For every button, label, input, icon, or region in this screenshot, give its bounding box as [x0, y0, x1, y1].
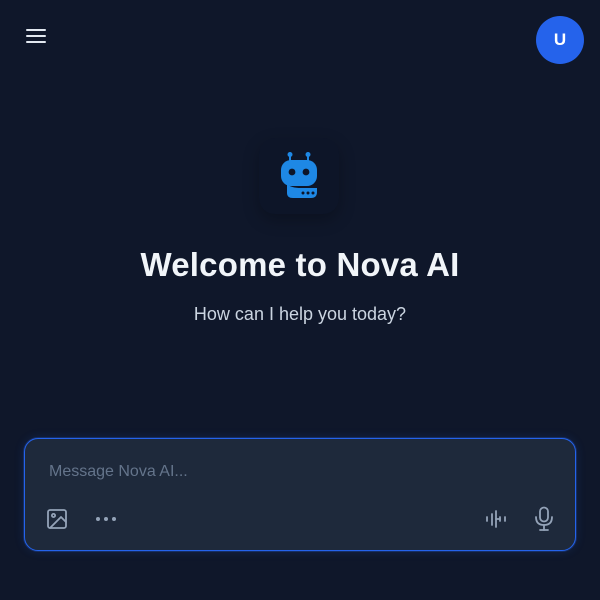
- more-horizontal-icon: [96, 517, 116, 521]
- voice-mode-button[interactable]: [483, 506, 509, 532]
- image-icon: [47, 509, 67, 529]
- assistant-logo: [259, 138, 339, 214]
- user-avatar[interactable]: U: [536, 16, 584, 64]
- more-options-button[interactable]: [93, 506, 119, 532]
- welcome-subtitle: How can I help you today?: [193, 304, 407, 324]
- microphone-icon: [535, 506, 553, 531]
- menu-button[interactable]: [24, 24, 48, 48]
- message-input[interactable]: [49, 459, 549, 485]
- welcome-title: Welcome to Nova AI: [140, 246, 460, 283]
- microphone-button[interactable]: [531, 506, 557, 532]
- attach-image-button[interactable]: [44, 506, 70, 532]
- hamburger-menu-icon: [26, 29, 46, 43]
- audio-waveform-icon: [486, 510, 506, 528]
- message-composer: [24, 438, 576, 551]
- avatar-initial: U: [553, 30, 567, 49]
- chat-home-screen: U Welcome to Nova AI How can I help you …: [0, 0, 600, 600]
- robot-chat-icon: [281, 152, 317, 198]
